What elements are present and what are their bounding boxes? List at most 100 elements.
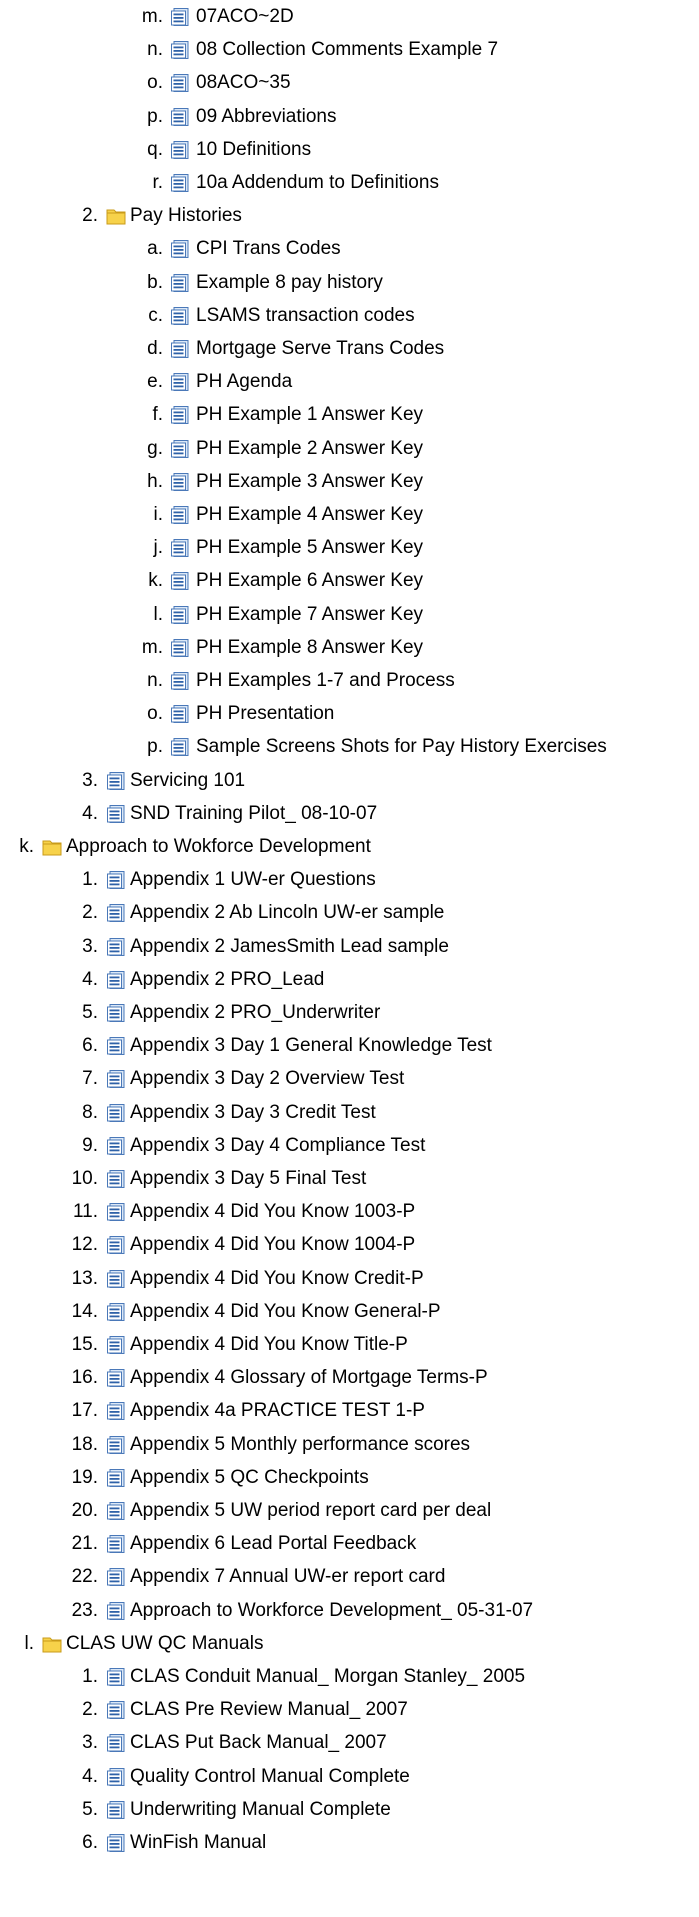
file-label[interactable]: PH Example 2 Answer Key (196, 435, 423, 463)
folder-item[interactable]: 2. Pay Histories (0, 202, 699, 230)
file-item[interactable]: 15. Appendix 4 Did You Know Title-P (0, 1331, 699, 1359)
file-label[interactable]: SND Training Pilot_ 08-10-07 (130, 800, 377, 828)
file-label[interactable]: Appendix 6 Lead Portal Feedback (130, 1530, 416, 1558)
file-label[interactable]: 09 Abbreviations (196, 103, 337, 131)
file-item[interactable]: o. PH Presentation (0, 700, 699, 728)
file-label[interactable]: Appendix 3 Day 2 Overview Test (130, 1065, 404, 1093)
file-label[interactable]: Appendix 3 Day 1 General Knowledge Test (130, 1032, 492, 1060)
file-item[interactable]: 7. Appendix 3 Day 2 Overview Test (0, 1065, 699, 1093)
file-item[interactable]: 19. Appendix 5 QC Checkpoints (0, 1464, 699, 1492)
file-label[interactable]: CLAS Pre Review Manual_ 2007 (130, 1696, 408, 1724)
file-label[interactable]: PH Example 5 Answer Key (196, 534, 423, 562)
file-label[interactable]: CLAS Conduit Manual_ Morgan Stanley_ 200… (130, 1663, 525, 1691)
file-item[interactable]: p. Sample Screens Shots for Pay History E… (0, 733, 699, 761)
file-item[interactable]: 22. Appendix 7 Annual UW-er report card (0, 1563, 699, 1591)
file-item[interactable]: 14. Appendix 4 Did You Know General-P (0, 1298, 699, 1326)
file-label[interactable]: Servicing 101 (130, 767, 245, 795)
file-label[interactable]: 08ACO~35 (196, 69, 291, 97)
file-item[interactable]: 21. Appendix 6 Lead Portal Feedback (0, 1530, 699, 1558)
file-label[interactable]: PH Example 7 Answer Key (196, 601, 423, 629)
file-label[interactable]: Appendix 1 UW-er Questions (130, 866, 376, 894)
file-label[interactable]: Appendix 3 Day 3 Credit Test (130, 1099, 376, 1127)
file-label[interactable]: Approach to Workforce Development_ 05-31… (130, 1597, 533, 1625)
file-item[interactable]: j. PH Example 5 Answer Key (0, 534, 699, 562)
file-item[interactable]: h. PH Example 3 Answer Key (0, 468, 699, 496)
file-item[interactable]: 8. Appendix 3 Day 3 Credit Test (0, 1099, 699, 1127)
file-item[interactable]: 9. Appendix 3 Day 4 Compliance Test (0, 1132, 699, 1160)
file-label[interactable]: Appendix 4 Did You Know 1003-P (130, 1198, 415, 1226)
file-item[interactable]: 2. Appendix 2 Ab Lincoln UW-er sample (0, 899, 699, 927)
file-label[interactable]: Appendix 4 Did You Know 1004-P (130, 1231, 415, 1259)
file-item[interactable]: 11. Appendix 4 Did You Know 1003-P (0, 1198, 699, 1226)
file-label[interactable]: LSAMS transaction codes (196, 302, 415, 330)
file-label[interactable]: Appendix 4 Glossary of Mortgage Terms-P (130, 1364, 488, 1392)
file-label[interactable]: Sample Screens Shots for Pay History Exe… (196, 733, 607, 761)
file-label[interactable]: PH Presentation (196, 700, 334, 728)
file-item[interactable]: 10. Appendix 3 Day 5 Final Test (0, 1165, 699, 1193)
file-label[interactable]: PH Examples 1-7 and Process (196, 667, 455, 695)
file-label[interactable]: Appendix 2 Ab Lincoln UW-er sample (130, 899, 444, 927)
file-item[interactable]: 4. Quality Control Manual Complete (0, 1763, 699, 1791)
file-item[interactable]: 16. Appendix 4 Glossary of Mortgage Terms… (0, 1364, 699, 1392)
file-item[interactable]: 23. Approach to Workforce Development_ 05… (0, 1597, 699, 1625)
file-item[interactable]: m. PH Example 8 Answer Key (0, 634, 699, 662)
file-label[interactable]: CLAS Put Back Manual_ 2007 (130, 1729, 387, 1757)
file-item[interactable]: 12. Appendix 4 Did You Know 1004-P (0, 1231, 699, 1259)
file-item[interactable]: 20. Appendix 5 UW period report card per … (0, 1497, 699, 1525)
file-label[interactable]: Quality Control Manual Complete (130, 1763, 410, 1791)
file-label[interactable]: Appendix 5 Monthly performance scores (130, 1431, 470, 1459)
file-item[interactable]: k. PH Example 6 Answer Key (0, 567, 699, 595)
file-label[interactable]: Underwriting Manual Complete (130, 1796, 391, 1824)
file-item[interactable]: 4. Appendix 2 PRO_Lead (0, 966, 699, 994)
file-label[interactable]: Mortgage Serve Trans Codes (196, 335, 444, 363)
file-label[interactable]: 10a Addendum to Definitions (196, 169, 439, 197)
file-label[interactable]: PH Example 6 Answer Key (196, 567, 423, 595)
file-item[interactable]: 3. Servicing 101 (0, 767, 699, 795)
file-label[interactable]: PH Example 3 Answer Key (196, 468, 423, 496)
file-label[interactable]: Appendix 4 Did You Know Title-P (130, 1331, 408, 1359)
file-label[interactable]: PH Agenda (196, 368, 292, 396)
file-label[interactable]: Appendix 2 JamesSmith Lead sample (130, 933, 449, 961)
file-label[interactable]: PH Example 1 Answer Key (196, 401, 423, 429)
folder-label[interactable]: CLAS UW QC Manuals (66, 1630, 263, 1658)
file-item[interactable]: 5. Underwriting Manual Complete (0, 1796, 699, 1824)
file-item[interactable]: e. PH Agenda (0, 368, 699, 396)
file-item[interactable]: p. 09 Abbreviations (0, 103, 699, 131)
file-item[interactable]: 6. WinFish Manual (0, 1829, 699, 1857)
file-item[interactable]: m. 07ACO~2D (0, 3, 699, 31)
file-item[interactable]: q. 10 Definitions (0, 136, 699, 164)
file-label[interactable]: Appendix 2 PRO_Underwriter (130, 999, 380, 1027)
folder-item[interactable]: k. Approach to Wokforce Development (0, 833, 699, 861)
folder-label[interactable]: Approach to Wokforce Development (66, 833, 371, 861)
file-item[interactable]: 13. Appendix 4 Did You Know Credit-P (0, 1265, 699, 1293)
file-item[interactable]: b. Example 8 pay history (0, 269, 699, 297)
file-label[interactable]: CPI Trans Codes (196, 235, 341, 263)
file-item[interactable]: 3. CLAS Put Back Manual_ 2007 (0, 1729, 699, 1757)
file-label[interactable]: 07ACO~2D (196, 3, 294, 31)
file-label[interactable]: WinFish Manual (130, 1829, 266, 1857)
folder-label[interactable]: Pay Histories (130, 202, 242, 230)
file-item[interactable]: c. LSAMS transaction codes (0, 302, 699, 330)
file-label[interactable]: Example 8 pay history (196, 269, 383, 297)
file-label[interactable]: Appendix 7 Annual UW-er report card (130, 1563, 445, 1591)
file-label[interactable]: Appendix 5 UW period report card per dea… (130, 1497, 491, 1525)
file-item[interactable]: 6. Appendix 3 Day 1 General Knowledge Tes… (0, 1032, 699, 1060)
file-item[interactable]: 5. Appendix 2 PRO_Underwriter (0, 999, 699, 1027)
file-label[interactable]: Appendix 5 QC Checkpoints (130, 1464, 369, 1492)
file-label[interactable]: Appendix 3 Day 5 Final Test (130, 1165, 366, 1193)
file-item[interactable]: 18. Appendix 5 Monthly performance scores (0, 1431, 699, 1459)
file-label[interactable]: Appendix 3 Day 4 Compliance Test (130, 1132, 425, 1160)
file-item[interactable]: 17. Appendix 4a PRACTICE TEST 1-P (0, 1397, 699, 1425)
file-item[interactable]: 1. Appendix 1 UW-er Questions (0, 866, 699, 894)
file-item[interactable]: 2. CLAS Pre Review Manual_ 2007 (0, 1696, 699, 1724)
file-item[interactable]: g. PH Example 2 Answer Key (0, 435, 699, 463)
file-item[interactable]: d. Mortgage Serve Trans Codes (0, 335, 699, 363)
file-item[interactable]: r. 10a Addendum to Definitions (0, 169, 699, 197)
file-label[interactable]: 10 Definitions (196, 136, 311, 164)
file-item[interactable]: l. PH Example 7 Answer Key (0, 601, 699, 629)
file-item[interactable]: 1. CLAS Conduit Manual_ Morgan Stanley_ 2… (0, 1663, 699, 1691)
file-label[interactable]: Appendix 4 Did You Know General-P (130, 1298, 441, 1326)
file-item[interactable]: o. 08ACO~35 (0, 69, 699, 97)
file-item[interactable]: n. 08 Collection Comments Example 7 (0, 36, 699, 64)
file-item[interactable]: f. PH Example 1 Answer Key (0, 401, 699, 429)
